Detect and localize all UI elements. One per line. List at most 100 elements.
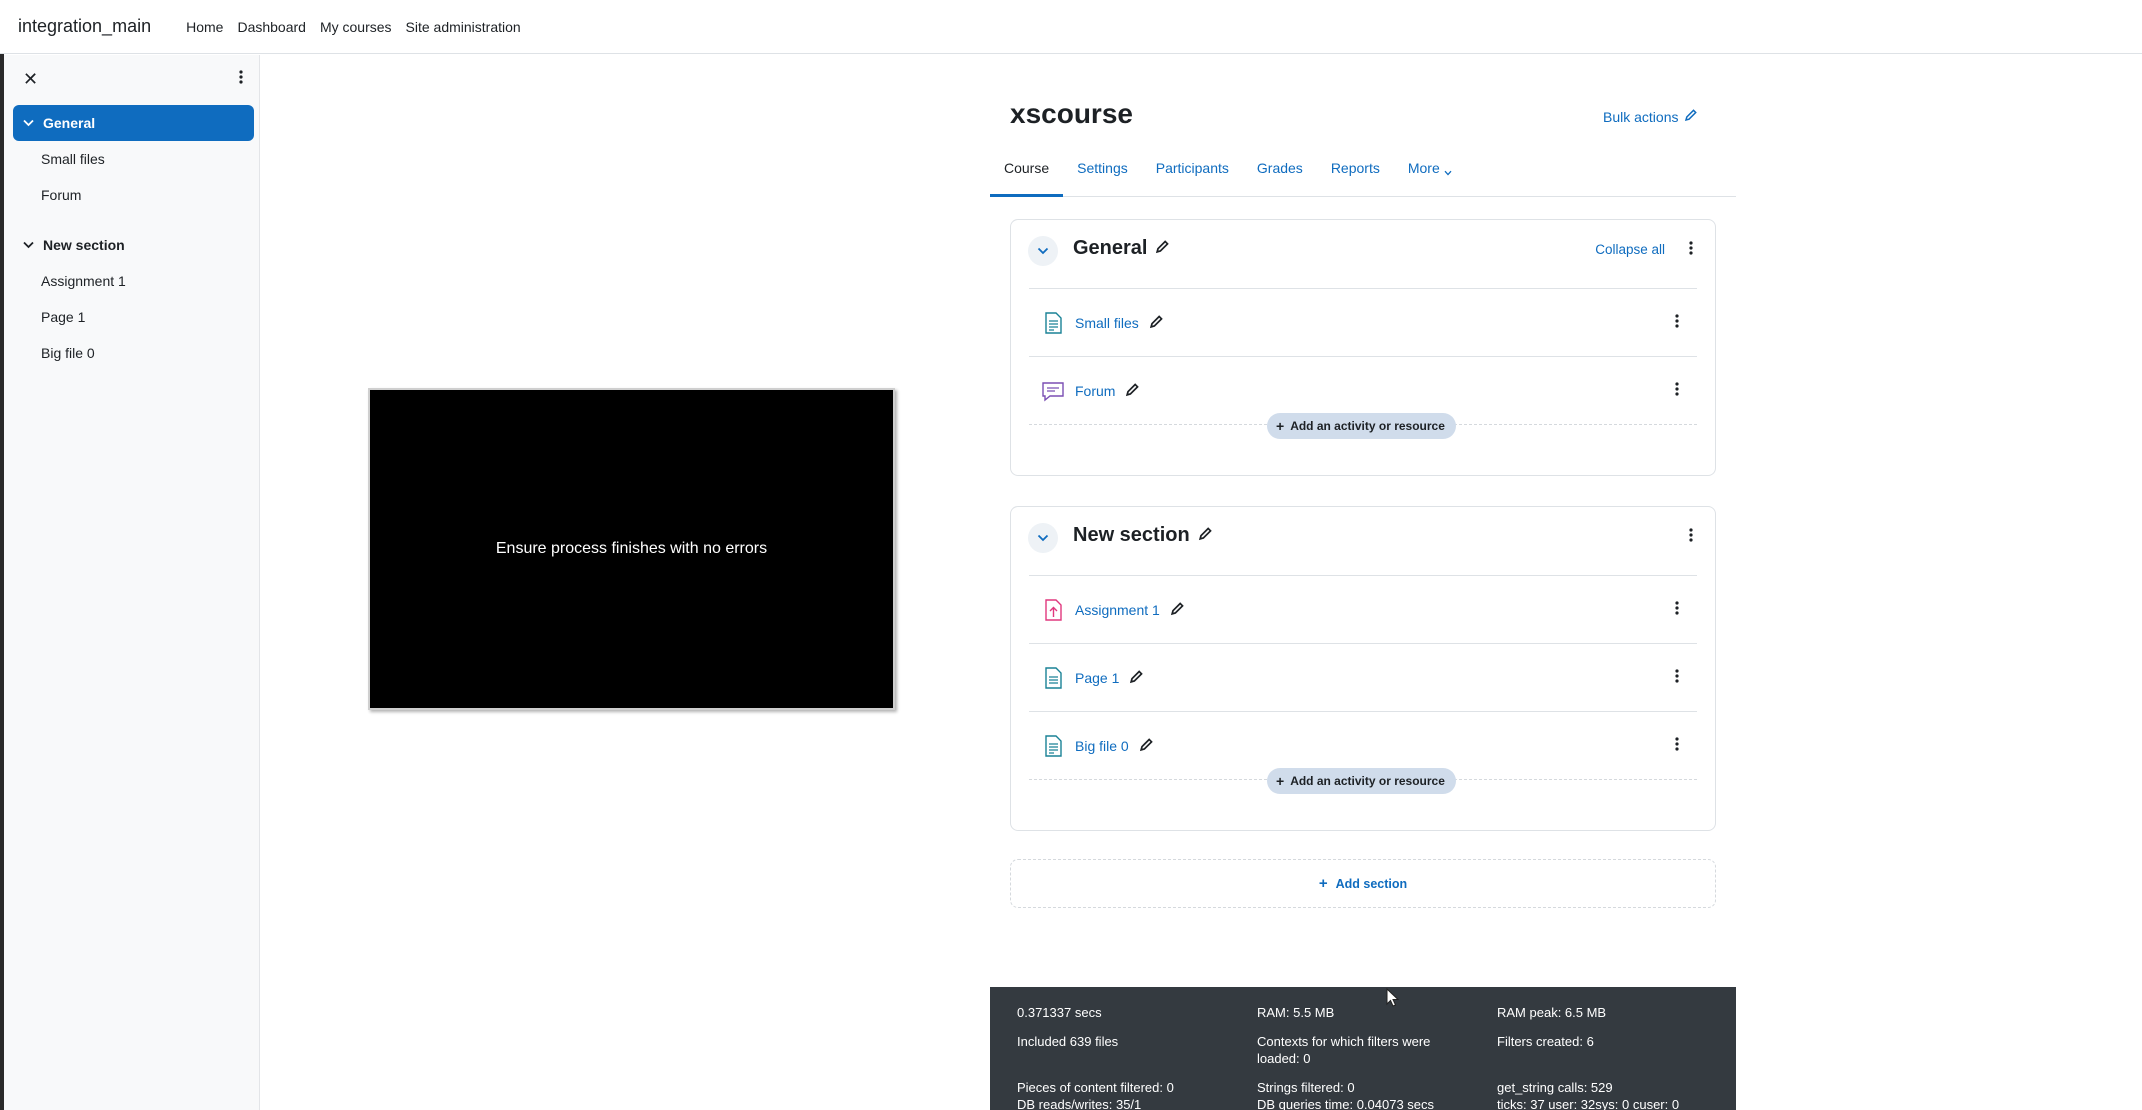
section-title: General bbox=[1073, 237, 1170, 260]
activity-item-page-1: Page 1 bbox=[1029, 643, 1697, 711]
index-section-label: New section bbox=[43, 237, 125, 253]
primary-navigation: Home Dashboard My courses Site administr… bbox=[179, 19, 528, 35]
index-item-big-file-0[interactable]: Big file 0 bbox=[4, 335, 259, 371]
add-activity-label: Add an activity or resource bbox=[1290, 419, 1445, 433]
activity-link[interactable]: Page 1 bbox=[1075, 670, 1119, 686]
nav-site-administration[interactable]: Site administration bbox=[399, 19, 528, 35]
video-player[interactable]: Ensure process finishes with no errors bbox=[368, 388, 895, 710]
add-section-label: Add section bbox=[1335, 876, 1408, 891]
perf-db-queries-time: DB queries time: 0.04073 secs bbox=[1257, 1097, 1435, 1110]
section-title-text: New section bbox=[1073, 524, 1190, 546]
bulk-actions-label: Bulk actions bbox=[1603, 108, 1679, 125]
index-section-label: General bbox=[43, 115, 96, 131]
close-icon[interactable]: ✕ bbox=[23, 69, 38, 90]
tab-label: More bbox=[1407, 160, 1440, 176]
section-header: General Collapse all bbox=[1011, 220, 1715, 288]
chevron-down-icon bbox=[1444, 163, 1452, 179]
perf-ticks: ticks: 37 user: 32sys: 0 cuser: 0 bbox=[1497, 1097, 1680, 1110]
kebab-menu-icon[interactable] bbox=[1675, 313, 1679, 332]
video-caption: Ensure process finishes with no errors bbox=[495, 540, 768, 557]
perf-db-reads-writes: DB reads/writes: 35/1 bbox=[1017, 1097, 1142, 1110]
add-section-button[interactable]: + Add section bbox=[1010, 859, 1716, 908]
activity-link[interactable]: Small files bbox=[1075, 315, 1139, 331]
top-navbar: integration_main Home Dashboard My cours… bbox=[0, 0, 2142, 54]
tab-label: Grades bbox=[1256, 160, 1303, 176]
index-item-forum[interactable]: Forum bbox=[4, 177, 259, 213]
add-activity-row: + Add an activity or resource bbox=[1029, 768, 1697, 815]
tab-more[interactable]: More bbox=[1394, 150, 1466, 197]
tab-label: Settings bbox=[1077, 160, 1128, 176]
resource-icon bbox=[1041, 311, 1065, 335]
section-collapse-toggle[interactable] bbox=[1028, 523, 1058, 553]
pencil-icon[interactable] bbox=[1198, 524, 1213, 547]
activity-item-assignment-1: Assignment 1 bbox=[1029, 575, 1697, 643]
activity-link[interactable]: Assignment 1 bbox=[1075, 602, 1160, 618]
nav-my-courses[interactable]: My courses bbox=[313, 19, 399, 35]
activity-link[interactable]: Big file 0 bbox=[1075, 738, 1129, 754]
page-title: xscourse bbox=[1010, 98, 1133, 129]
add-activity-row: + Add an activity or resource bbox=[1029, 413, 1697, 460]
plus-icon: + bbox=[1276, 773, 1285, 789]
index-section-general[interactable]: General bbox=[13, 105, 254, 141]
kebab-menu-icon[interactable] bbox=[1675, 668, 1679, 687]
perf-ram-peak: RAM peak: 6.5 MB bbox=[1497, 1005, 1607, 1020]
tab-participants[interactable]: Participants bbox=[1142, 150, 1243, 197]
chevron-down-icon bbox=[23, 241, 34, 249]
chevron-down-icon bbox=[23, 119, 34, 127]
index-item-page-1[interactable]: Page 1 bbox=[4, 299, 259, 335]
course-section-new-section: New section Assignment 1 Page 1 Big file… bbox=[1010, 506, 1716, 831]
course-index-drawer: ✕ General Small files Forum New section … bbox=[4, 55, 260, 1110]
tab-settings[interactable]: Settings bbox=[1063, 150, 1142, 197]
activity-item-small-files: Small files bbox=[1029, 288, 1697, 356]
index-item-assignment-1[interactable]: Assignment 1 bbox=[4, 263, 259, 299]
perf-contexts-filters: Contexts for which filters were loaded: … bbox=[1257, 1034, 1431, 1066]
pencil-icon[interactable] bbox=[1125, 382, 1140, 400]
perf-strings-filtered: Strings filtered: 0 bbox=[1257, 1080, 1355, 1095]
site-brand[interactable]: integration_main bbox=[18, 16, 151, 37]
pencil-icon[interactable] bbox=[1139, 737, 1154, 755]
pencil-icon[interactable] bbox=[1155, 237, 1170, 260]
section-collapse-toggle[interactable] bbox=[1028, 236, 1058, 266]
add-activity-button[interactable]: + Add an activity or resource bbox=[1267, 768, 1456, 794]
plus-icon: + bbox=[1318, 875, 1328, 892]
performance-info-footer: 0.371337 secs RAM: 5.5 MB RAM peak: 6.5 … bbox=[990, 987, 1736, 1110]
section-title: New section bbox=[1073, 524, 1213, 547]
kebab-menu-icon[interactable] bbox=[1675, 381, 1679, 400]
tab-reports[interactable]: Reports bbox=[1317, 150, 1394, 197]
kebab-menu-icon[interactable] bbox=[1689, 240, 1693, 259]
perf-content-filtered: Pieces of content filtered: 0 bbox=[1017, 1080, 1174, 1095]
tab-label: Participants bbox=[1155, 160, 1229, 176]
tab-course[interactable]: Course bbox=[990, 150, 1064, 197]
tab-grades[interactable]: Grades bbox=[1243, 150, 1317, 197]
tab-label: Course bbox=[1004, 160, 1050, 176]
forum-icon bbox=[1041, 379, 1065, 403]
kebab-menu-icon[interactable] bbox=[1675, 736, 1679, 755]
course-section-general: General Collapse all Small files Forum +… bbox=[1010, 219, 1716, 476]
mouse-cursor-icon bbox=[1386, 987, 1400, 1011]
nav-dashboard[interactable]: Dashboard bbox=[230, 19, 313, 35]
plus-icon: + bbox=[1276, 418, 1285, 434]
resource-icon bbox=[1041, 734, 1065, 758]
bulk-actions-button[interactable]: Bulk actions bbox=[1603, 108, 1698, 125]
index-section-new-section[interactable]: New section bbox=[13, 227, 254, 263]
perf-filters-created: Filters created: 6 bbox=[1497, 1034, 1594, 1049]
perf-included-files: Included 639 files bbox=[1017, 1034, 1119, 1049]
kebab-menu-icon[interactable] bbox=[239, 69, 243, 88]
section-header: New section bbox=[1011, 507, 1715, 575]
nav-home[interactable]: Home bbox=[179, 19, 230, 35]
index-item-small-files[interactable]: Small files bbox=[4, 141, 259, 177]
drawer-header: ✕ bbox=[4, 55, 259, 103]
kebab-menu-icon[interactable] bbox=[1689, 527, 1693, 546]
add-activity-label: Add an activity or resource bbox=[1290, 774, 1445, 788]
page-icon bbox=[1041, 666, 1065, 690]
pencil-icon[interactable] bbox=[1129, 669, 1144, 687]
add-activity-button[interactable]: + Add an activity or resource bbox=[1267, 413, 1456, 439]
secondary-navigation: Course Settings Participants Grades Repo… bbox=[990, 150, 1736, 197]
collapse-all-link[interactable]: Collapse all bbox=[1595, 242, 1665, 257]
pencil-icon[interactable] bbox=[1149, 314, 1164, 332]
perf-ram: RAM: 5.5 MB bbox=[1257, 1005, 1335, 1020]
pencil-icon[interactable] bbox=[1170, 601, 1185, 619]
activity-link[interactable]: Forum bbox=[1075, 383, 1115, 399]
kebab-menu-icon[interactable] bbox=[1675, 600, 1679, 619]
assignment-icon bbox=[1041, 598, 1065, 622]
